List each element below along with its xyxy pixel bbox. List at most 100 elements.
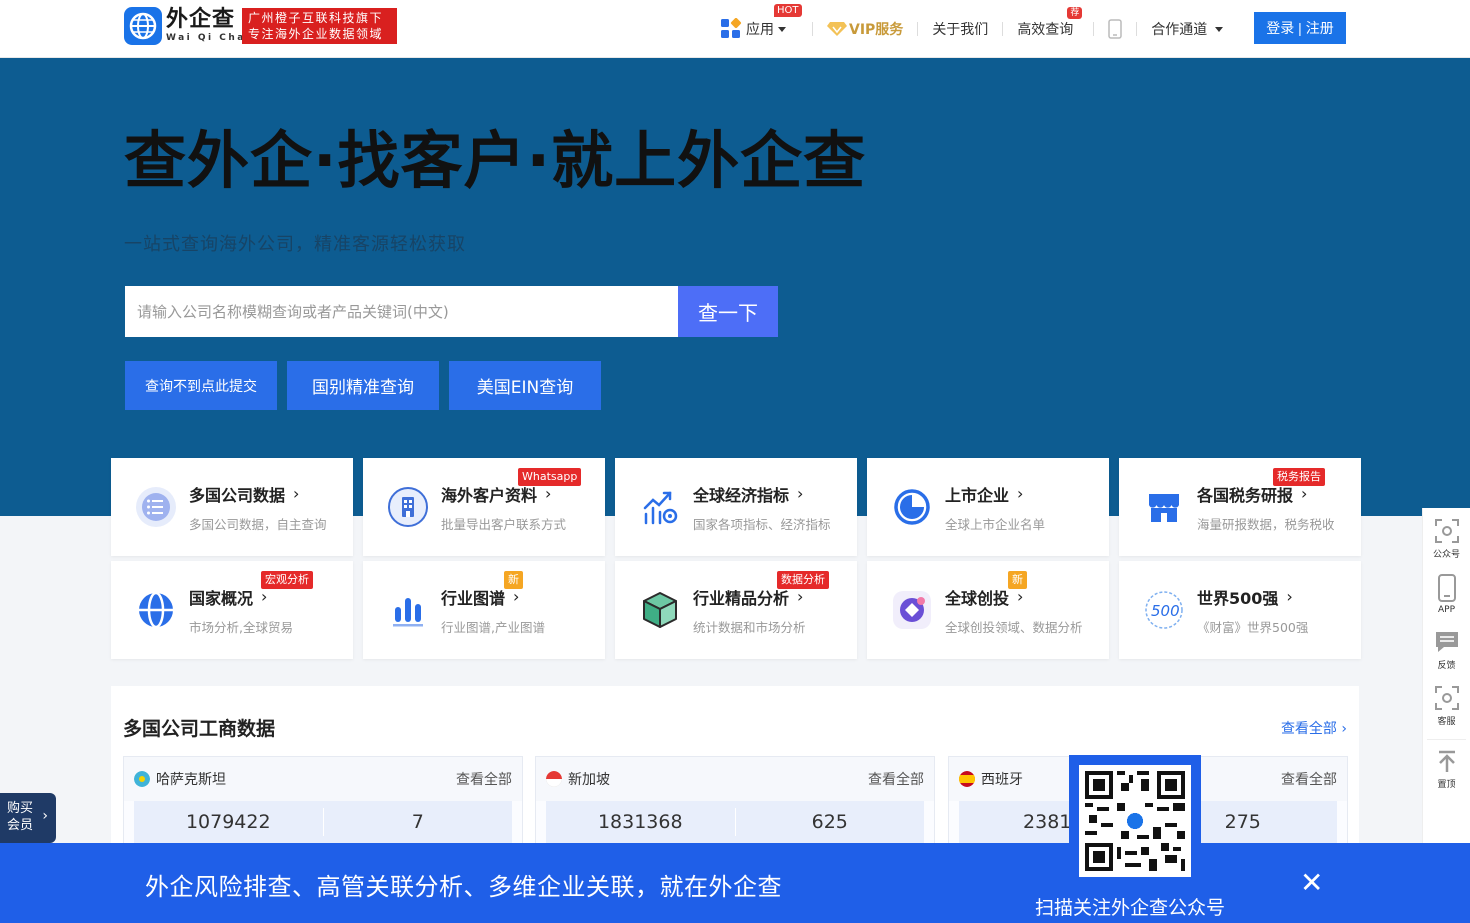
list-icon — [135, 486, 177, 528]
chevron-down-icon — [778, 26, 786, 32]
chevron-right-icon: › — [545, 484, 552, 503]
feature-desc: 市场分析,全球贸易 — [189, 619, 293, 635]
store-icon — [1143, 486, 1185, 528]
new-badge: 新 — [504, 571, 523, 589]
chart-gear-icon — [639, 486, 681, 528]
nav-divider — [917, 22, 919, 36]
feature-desc: 统计数据和市场分析 — [693, 619, 806, 635]
nav-divider — [1002, 22, 1004, 36]
feature-card-tax-research[interactable]: 税务报告 各国税务研报 › 海量研报数据，税务税收 — [1119, 458, 1361, 556]
close-icon[interactable]: ✕ — [1300, 868, 1323, 898]
country-view-all[interactable]: 查看全部 — [868, 769, 924, 789]
feature-title: 多国公司数据 — [189, 485, 286, 505]
view-all-label: 查看全部 — [1280, 721, 1337, 737]
globe-icon — [135, 589, 177, 631]
search-button[interactable]: 查一下 — [678, 286, 778, 337]
country-view-all[interactable]: 查看全部 — [456, 769, 512, 789]
feature-card-country-overview[interactable]: 宏观分析 国家概况 › 市场分析,全球贸易 — [111, 561, 353, 659]
building-icon — [387, 486, 429, 528]
hero-title: 查外企·找客户·就上外企查 — [124, 124, 867, 197]
side-back-to-top[interactable]: 置顶 — [1423, 750, 1470, 790]
feature-card-overseas-customers[interactable]: Whatsapp 海外客户资料 › 批量导出客户联系方式 — [363, 458, 605, 556]
side-wechat[interactable]: 公众号 — [1423, 518, 1470, 560]
feature-card-fortune-500[interactable]: 500 世界500强 › 《财富》世界500强 — [1119, 561, 1361, 659]
hot-badge: HOT — [774, 4, 802, 17]
apps-grid-icon — [721, 18, 742, 38]
phone-icon — [1437, 574, 1456, 602]
side-app[interactable]: APP — [1423, 574, 1470, 615]
hero-banner: 查外企·找客户·就上外企查 一站式查询海外公司，精准客源轻松获取 查一下 查询不… — [0, 58, 1470, 516]
bottom-promo-banner: 外企风险排查、高管关联分析、多维企业关联，就在外企查 — [0, 843, 1470, 923]
feature-title: 行业图谱 — [441, 588, 506, 608]
message-icon — [1435, 632, 1458, 652]
pie-icon — [891, 486, 933, 528]
new-badge: 新 — [1008, 571, 1027, 589]
side-divider — [1427, 739, 1466, 740]
country-name: 西班牙 — [981, 772, 1023, 788]
chevron-right-icon: › — [1017, 587, 1024, 606]
feature-card-global-venture[interactable]: 新 全球创投 › 全球创投领域、数据分析 — [867, 561, 1109, 659]
side-feedback-label: 反馈 — [1437, 661, 1456, 671]
arrow-up-icon — [1438, 750, 1455, 772]
nav-efficient-query[interactable]: 高效查询 荐 — [1017, 7, 1083, 39]
nav-partner[interactable]: 合作通道 — [1151, 19, 1224, 39]
feature-desc: 全球上市企业名单 — [945, 516, 1046, 532]
venture-icon — [891, 589, 933, 631]
feature-title: 行业精品分析 — [693, 588, 790, 608]
buy-membership-button[interactable]: 购买 会员 › — [0, 793, 56, 843]
nav-about[interactable]: 关于我们 — [932, 19, 988, 39]
feature-card-multi-country-data[interactable]: 多国公司数据 › 多国公司数据，自主查询 — [111, 458, 353, 556]
nav-divider — [812, 22, 813, 36]
logo[interactable]: 外企查 Wai Qi Cha — [124, 7, 246, 45]
country-stat: 625 — [811, 811, 848, 833]
bar-icon — [387, 589, 429, 631]
chevron-right-icon: › — [293, 484, 300, 503]
main-nav: 应用 HOT VIP服务 关于我们 高效查询 荐 合作通道 — [720, 0, 1224, 58]
slogan-badge: 广州橙子互联科技旗下 专注海外企业数据领域 — [242, 8, 397, 44]
login-register-button[interactable]: 登录 | 注册 — [1254, 12, 1346, 44]
feature-title: 世界500强 — [1197, 588, 1279, 608]
qr-code-icon — [1085, 771, 1185, 871]
hero-subtitle: 一站式查询海外公司，精准客源轻松获取 — [124, 234, 466, 255]
country-view-all[interactable]: 查看全部 — [1281, 769, 1337, 789]
feature-card-industry-analysis[interactable]: 数据分析 行业精品分析 › 统计数据和市场分析 — [615, 561, 857, 659]
us-ein-query-button[interactable]: 美国EIN查询 — [449, 361, 601, 410]
section-title: 多国公司工商数据 — [123, 718, 276, 740]
chevron-down-icon — [1215, 26, 1224, 32]
feature-desc: 《财富》世界500强 — [1197, 619, 1309, 635]
wechat-qr-code — [1079, 765, 1191, 877]
view-all-link[interactable]: 查看全部 › — [1281, 718, 1347, 738]
nav-apps[interactable]: 应用 HOT — [720, 4, 802, 39]
logo-globe-icon — [124, 7, 162, 45]
side-service[interactable]: 客服 — [1423, 685, 1470, 727]
whatsapp-badge: Whatsapp — [518, 468, 582, 486]
feature-grid: 多国公司数据 › 多国公司数据，自主查询 Whatsapp 海外客户资料 › 批量导… — [111, 458, 1361, 659]
feature-title: 国家概况 — [189, 588, 254, 608]
chevron-right-icon: › — [261, 587, 268, 606]
feature-desc: 全球创投领域、数据分析 — [945, 619, 1083, 635]
spain-flag-icon — [959, 771, 975, 787]
banner-text: 外企风险排查、高管关联分析、多维企业关联，就在外企查 — [145, 873, 782, 901]
company-search-input[interactable] — [125, 286, 678, 337]
500-icon: 500 — [1143, 589, 1185, 631]
feature-card-industry-map[interactable]: 新 行业图谱 › 行业图谱,产业图谱 — [363, 561, 605, 659]
country-query-button[interactable]: 国别精准查询 — [287, 361, 439, 410]
chevron-right-icon: › — [797, 484, 804, 503]
feature-desc: 国家各项指标、经济指标 — [693, 516, 831, 532]
country-stat: 1079422 — [185, 811, 271, 833]
nav-mobile[interactable] — [1108, 19, 1123, 39]
svg-text:500: 500 — [1151, 602, 1180, 620]
feature-card-listed-companies[interactable]: 上市企业 › 全球上市企业名单 — [867, 458, 1109, 556]
nav-partner-label: 合作通道 — [1151, 22, 1208, 38]
submit-missing-button[interactable]: 查询不到点此提交 — [125, 361, 277, 410]
page: 外企查 Wai Qi Cha 广州橙子互联科技旗下 专注海外企业数据领域 应用 … — [0, 0, 1470, 923]
side-feedback[interactable]: 反馈 — [1423, 629, 1470, 671]
feature-card-economic-indicators[interactable]: 全球经济指标 › 国家各项指标、经济指标 — [615, 458, 857, 556]
chevron-right-icon: › — [1286, 587, 1293, 606]
buy-line-2: 会员 — [7, 818, 34, 833]
chevron-right-icon: › — [1301, 484, 1308, 503]
nav-vip[interactable]: VIP服务 — [827, 19, 903, 39]
data-analysis-badge: 数据分析 — [777, 571, 829, 589]
side-service-label: 客服 — [1437, 717, 1456, 727]
qr-caption: 扫描关注外企查公众号 — [1035, 897, 1226, 919]
